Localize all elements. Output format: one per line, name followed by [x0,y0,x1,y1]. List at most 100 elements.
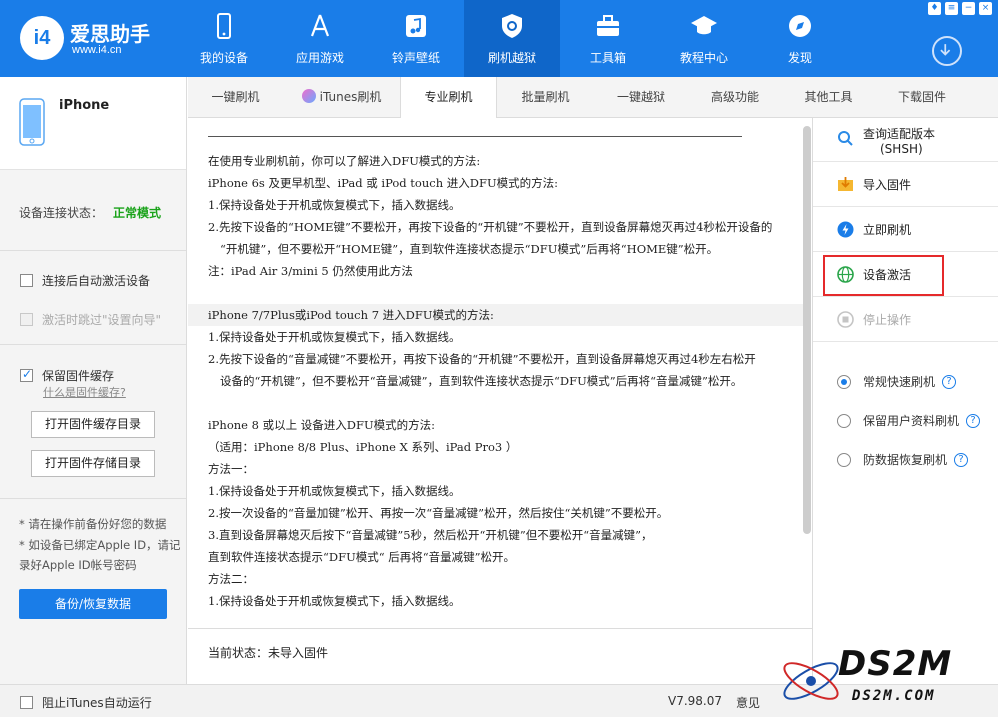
instruction-line: iPhone 8 或以上 设备进入DFU模式的方法: [208,418,436,432]
instruction-line: 2.按一次设备的“音量加键”松开、再按一次“音量减键”松开，然后按住“关机键”不… [208,506,669,520]
help-icon[interactable]: ? [966,413,981,428]
device-card: iPhone [0,77,186,170]
watermark-subtext: DS2M.COM [852,688,936,704]
instruction-line: iPhone 7/7Plus或iPod touch 7 进入DFU模式的方法: [208,308,494,322]
backup-note: * 请在操作前备份好您的数据 [19,517,167,531]
instruction-line: 注：iPad Air 3/mini 5 仍然使用此方法 [208,264,413,278]
backup-restore-button[interactable]: 备份/恢复数据 [19,589,167,619]
import-firmware-button[interactable]: 导入固件 [813,162,998,207]
connection-status-value: 正常模式 [113,206,162,220]
instructions-content: 在使用专业刷机前，你可以了解进入DFU模式的方法: iPhone 6s 及更早机… [188,118,810,628]
mode-quick-flash[interactable]: 常规快速刷机 ? [837,373,957,390]
open-cache-dir-button[interactable]: 打开固件缓存目录 [31,411,155,438]
query-shsh-button[interactable]: 查询适配版本 (SHSH) [813,118,998,162]
block-itunes-checkbox[interactable] [20,696,33,709]
logo-badge: i4 [20,16,64,60]
instruction-line: 方法一： [208,462,254,476]
itunes-icon [301,89,316,103]
instruction-line: iPhone 6s 及更早机型、iPad 或 iPod touch 进入DFU模… [208,176,559,190]
nav-toolbox[interactable]: 工具箱 [560,0,656,77]
feedback-link[interactable]: 意见 [736,694,760,711]
appstore-icon [310,14,330,37]
flash-now-button[interactable]: 立即刷机 [813,207,998,252]
window-controls: ♦ ≡ − × [928,2,992,15]
open-store-dir-button[interactable]: 打开固件存储目录 [31,450,155,477]
instruction-line: 直到软件连接状态提示“DFU模式“ 后再将“音量减键”松开。 [208,550,516,564]
tab-pro-flash[interactable]: 专业刷机 [400,77,497,119]
tab-batch-flash[interactable]: 批量刷机 [497,77,594,118]
nav-apps[interactable]: 应用游戏 [272,0,368,77]
iphone-icon [19,98,45,146]
content-scrollbar[interactable] [803,126,811,534]
tab-one-click-flash[interactable]: 一键刷机 [188,77,283,118]
help-icon[interactable]: ? [942,374,957,389]
status-bar: 当前状态：未导入固件 [188,628,812,684]
watermark-text: DS2M [838,644,953,684]
block-itunes-checkbox-row[interactable]: 阻止iTunes自动运行 [20,694,152,711]
main-nav: 我的设备 应用游戏 铃声壁纸 刷机越狱 工具箱 教程中心 发现 [176,0,848,77]
activate-highlight-box [823,255,944,296]
logo-name: 爱思助手 [70,22,150,46]
watermark: DS2M DS2M.COM [778,640,993,717]
nav-discover[interactable]: 发现 [752,0,848,77]
graduation-cap-icon [691,16,717,35]
mode-anti-recovery-flash[interactable]: 防数据恢复刷机 ? [837,451,969,468]
instruction-line: 3.直到设备屏幕熄灭后按下“音量减键”5秒，然后松开“开机键”但不要松开“音量减… [208,528,653,542]
keep-cache-checkbox[interactable] [20,367,33,382]
tab-one-click-jailbreak[interactable]: 一键越狱 [594,77,688,118]
apple-id-note: * 如设备已绑定Apple ID，请记录好Apple ID帐号密码 [19,538,181,572]
instruction-line: 1.保持设备处于开机或恢复模式下，插入数据线。 [208,484,461,498]
divider [0,344,186,345]
what-is-cache-link[interactable]: 什么是固件缓存? [43,384,126,400]
right-panel: 查询适配版本 (SHSH) 导入固件 立即刷机 设备激活 停止操作 常规快速刷机… [812,118,998,684]
mode-keep-data-flash[interactable]: 保留用户资料刷机 ? [837,412,981,429]
instruction-line: 2.先按下设备的“HOME键”不要松开，再按下设备的“开机键”不要松开，直到设备… [208,220,773,234]
tab-download-firmware[interactable]: 下载固件 [875,77,969,118]
download-icon[interactable] [932,36,962,66]
device-name: iPhone [59,98,110,113]
help-icon[interactable]: ? [954,452,969,467]
nav-flash-jailbreak[interactable]: 刷机越狱 [464,0,560,77]
atom-logo-icon [783,662,839,700]
auto-activate-checkbox[interactable] [20,274,33,287]
import-folder-icon [838,177,853,191]
radio-quick-flash[interactable] [837,374,851,389]
connection-status: 设备连接状态： 正常模式 [19,206,162,220]
divider [0,250,186,251]
app-logo: i4 爱思助手 www.i4.cn [20,14,170,62]
firmware-status: 当前状态：未导入固件 [208,646,329,660]
instruction-line: （适用：iPhone 8/8 Plus、iPhone X 系列、iPad Pro… [208,440,518,454]
version-label: V7.98.07 [668,694,723,708]
music-icon [406,15,426,37]
magnifier-icon [838,131,853,146]
tab-other-tools[interactable]: 其他工具 [782,77,875,118]
shirt-icon[interactable]: ♦ [928,2,941,15]
nav-ringtones[interactable]: 铃声壁纸 [368,0,464,77]
top-header: i4 爱思助手 www.i4.cn 我的设备 应用游戏 铃声壁纸 刷机越狱 工具… [0,0,998,77]
instruction-line: 1.保持设备处于开机或恢复模式下，插入数据线。 [208,330,461,344]
compass-icon [789,15,811,37]
logo-url: www.i4.cn [72,44,122,56]
tab-advanced[interactable]: 高级功能 [688,77,782,118]
close-icon[interactable]: × [979,2,992,15]
tab-itunes-flash[interactable]: iTunes刷机 [283,77,400,118]
instruction-line: “开机键”，但不要松开“HOME键”，直到软件连接状态提示“DFU模式”后再将“… [220,242,719,256]
radio-keep-data-flash[interactable] [837,413,851,428]
keep-cache-checkbox-row[interactable]: 保留固件缓存 [20,367,114,384]
shield-icon [502,14,522,38]
stop-operation-button: 停止操作 [813,297,998,342]
content-rule [208,136,742,137]
radio-anti-recovery-flash[interactable] [837,452,851,467]
left-panel: iPhone 设备连接状态： 正常模式 连接后自动激活设备 激活时跳过"设置向导"… [0,77,187,684]
nav-my-device[interactable]: 我的设备 [176,0,272,77]
toolbox-icon [597,15,619,36]
phone-icon [217,13,231,39]
auto-activate-checkbox-row[interactable]: 连接后自动激活设备 [20,272,150,289]
instruction-line: 2.先按下设备的“音量减键”不要松开，再按下设备的“开机键”不要松开，直到设备屏… [208,352,756,366]
menu-icon[interactable]: ≡ [945,2,958,15]
skip-wizard-checkbox-row: 激活时跳过"设置向导" [20,311,161,328]
instruction-line: 在使用专业刷机前，你可以了解进入DFU模式的方法: [208,154,481,168]
minimize-icon[interactable]: − [962,2,975,15]
instruction-line: 设备的“开机键”，但不要松开“音量减键”，直到软件连接状态提示“DFU模式”后再… [220,374,743,388]
nav-tutorials[interactable]: 教程中心 [656,0,752,77]
